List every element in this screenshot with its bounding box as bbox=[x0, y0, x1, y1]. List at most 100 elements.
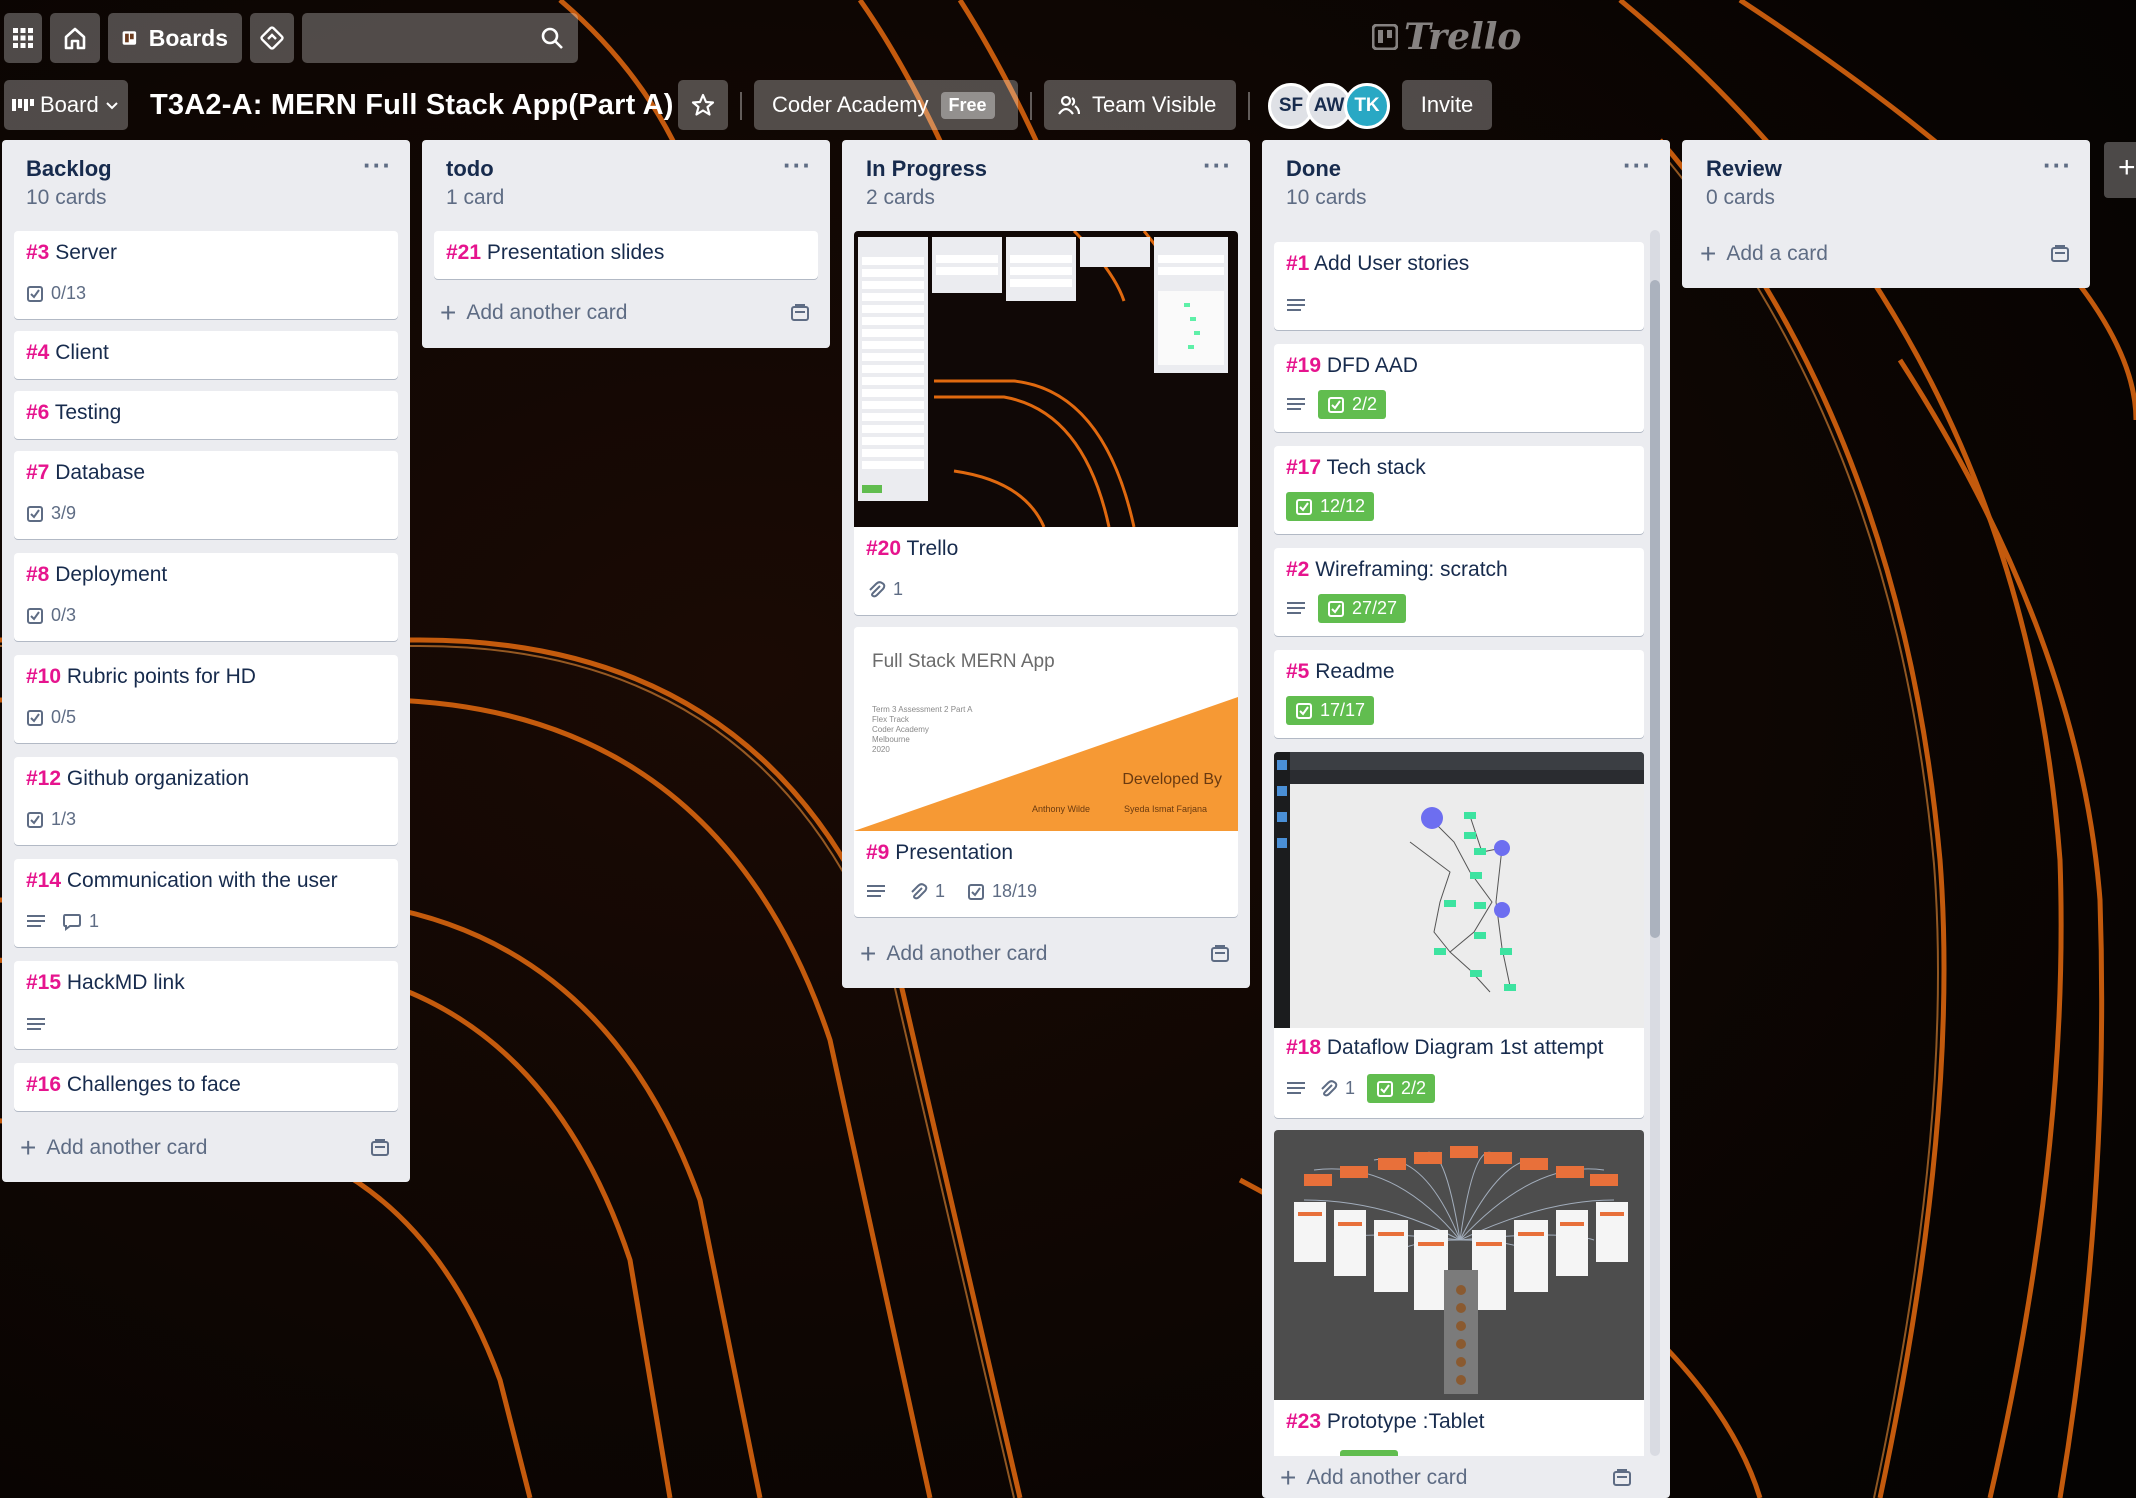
add-card-button[interactable]: + Add another card bbox=[1274, 1456, 1640, 1498]
list-title[interactable]: Review bbox=[1706, 156, 1782, 182]
card-badges: 0/13 bbox=[26, 283, 86, 304]
card-title: #3 Server bbox=[26, 241, 118, 264]
list-card-count: 1 card bbox=[446, 186, 505, 209]
card-cover-image bbox=[1274, 1130, 1644, 1400]
card-template-icon[interactable] bbox=[370, 1138, 390, 1158]
team-button[interactable]: Coder Academy Free bbox=[754, 80, 1018, 130]
card-wireframing[interactable]: #2 Wireframing: scratch 27/27 bbox=[1274, 548, 1644, 636]
home-button[interactable] bbox=[50, 13, 100, 63]
card-dataflow-diagram[interactable]: #18 Dataflow Diagram 1st attempt 1 2/2 bbox=[1274, 752, 1644, 1118]
home-icon bbox=[64, 27, 86, 50]
invite-button[interactable]: Invite bbox=[1402, 80, 1492, 130]
card-deployment[interactable]: #8 Deployment 0/3 bbox=[14, 553, 398, 641]
list-menu-icon[interactable]: ··· bbox=[783, 150, 812, 181]
card-title: #10 Rubric points for HD bbox=[26, 665, 256, 688]
card-badges: 1 18/19 bbox=[866, 881, 1037, 902]
card-title: #21 Presentation slides bbox=[446, 241, 665, 264]
list-menu-icon[interactable]: ··· bbox=[2043, 150, 2072, 181]
list-card-count: 2 cards bbox=[866, 186, 935, 209]
card-title: #15 HackMD link bbox=[26, 971, 185, 994]
card-presentation-slides[interactable]: #21 Presentation slides bbox=[434, 231, 818, 279]
search-box[interactable] bbox=[302, 13, 578, 63]
boards-label: Boards bbox=[148, 24, 228, 51]
checklist-icon bbox=[1328, 396, 1344, 413]
card-template-icon[interactable] bbox=[2050, 244, 2070, 264]
star-button[interactable] bbox=[678, 80, 728, 130]
card-github-organization[interactable]: #12 Github organization 1/3 bbox=[14, 757, 398, 845]
boards-button[interactable]: Boards bbox=[108, 13, 242, 63]
checklist-icon bbox=[27, 709, 43, 726]
list-menu-icon[interactable]: ··· bbox=[1203, 150, 1232, 181]
card-communication[interactable]: #14 Communication with the user 1 bbox=[14, 859, 398, 947]
trello-logo[interactable]: Trello bbox=[1372, 14, 1521, 60]
header-divider bbox=[740, 92, 742, 120]
card-template-icon[interactable] bbox=[1210, 944, 1230, 964]
list-menu-icon[interactable]: ··· bbox=[1623, 150, 1652, 181]
trello-logo-icon bbox=[1372, 24, 1398, 50]
card-template-icon[interactable] bbox=[1612, 1468, 1632, 1488]
card-server[interactable]: #3 Server 0/13 bbox=[14, 231, 398, 319]
feed-icon bbox=[260, 26, 284, 50]
board-menu-button[interactable]: Board bbox=[4, 80, 128, 130]
checklist-badge: 0/5 bbox=[26, 707, 76, 728]
card-prototype-tablet[interactable]: #23 Prototype :Tablet bbox=[1274, 1130, 1644, 1456]
list-menu-icon[interactable]: ··· bbox=[363, 150, 392, 181]
card-title: #18 Dataflow Diagram 1st attempt bbox=[1286, 1036, 1604, 1059]
card-badges: 1 2/2 bbox=[1286, 1074, 1436, 1103]
checklist-complete-badge: 17/17 bbox=[1286, 696, 1375, 725]
add-list-button[interactable]: + bbox=[2104, 142, 2136, 198]
add-card-button[interactable]: + Add another card bbox=[854, 932, 1238, 976]
description-icon bbox=[1287, 397, 1305, 410]
card-client[interactable]: #4 Client bbox=[14, 331, 398, 379]
card-badges: 17/17 bbox=[1286, 696, 1375, 725]
list-title[interactable]: todo bbox=[446, 156, 494, 182]
list-card-count: 0 cards bbox=[1706, 186, 1775, 209]
card-badges: 1 bbox=[26, 911, 99, 932]
board-title[interactable]: T3A2-A: MERN Full Stack App(Part A) bbox=[150, 80, 674, 130]
card-trello[interactable]: #20 Trello 1 bbox=[854, 231, 1238, 615]
search-icon[interactable] bbox=[540, 26, 564, 50]
card-title: #19 DFD AAD bbox=[1286, 354, 1418, 377]
card-testing[interactable]: #6 Testing bbox=[14, 391, 398, 439]
list-title[interactable]: In Progress bbox=[866, 156, 987, 182]
top-navigation-bar: Boards Trello bbox=[0, 0, 2136, 74]
boards-icon bbox=[122, 31, 137, 45]
description-icon bbox=[27, 914, 45, 927]
checklist-icon bbox=[1328, 600, 1344, 617]
card-presentation[interactable]: Full Stack MERN App Term 3 Assessment 2 … bbox=[854, 627, 1238, 917]
add-card-button[interactable]: + Add a card bbox=[1694, 232, 2078, 276]
card-rubric-points[interactable]: #10 Rubric points for HD 0/5 bbox=[14, 655, 398, 743]
checklist-icon bbox=[968, 883, 985, 900]
card-dfd-aad[interactable]: #19 DFD AAD 2/2 bbox=[1274, 344, 1644, 432]
board-views-icon bbox=[12, 99, 34, 111]
card-template-icon[interactable] bbox=[790, 303, 810, 323]
card-readme[interactable]: #5 Readme 17/17 bbox=[1274, 650, 1644, 738]
list-card-count: 10 cards bbox=[1286, 186, 1367, 209]
card-title: #16 Challenges to face bbox=[26, 1073, 241, 1096]
header-divider bbox=[1030, 92, 1032, 120]
visibility-button[interactable]: Team Visible bbox=[1044, 80, 1236, 130]
card-challenges[interactable]: #16 Challenges to face bbox=[14, 1063, 398, 1111]
board-header: Board T3A2-A: MERN Full Stack App(Part A… bbox=[0, 80, 2136, 130]
comment-icon bbox=[63, 913, 81, 931]
add-card-button[interactable]: + Add another card bbox=[14, 1126, 398, 1170]
apps-button[interactable] bbox=[4, 13, 42, 63]
card-hackmd-link[interactable]: #15 HackMD link bbox=[14, 961, 398, 1049]
card-cover-image bbox=[854, 231, 1238, 527]
checklist-icon bbox=[1377, 1080, 1394, 1097]
description-icon bbox=[867, 884, 885, 897]
list-title[interactable]: Done bbox=[1286, 156, 1341, 182]
feed-button[interactable] bbox=[250, 13, 294, 63]
member-avatar[interactable]: TK bbox=[1344, 83, 1390, 129]
card-tech-stack[interactable]: #17 Tech stack 12/12 bbox=[1274, 446, 1644, 534]
card-database[interactable]: #7 Database 3/9 bbox=[14, 451, 398, 539]
add-card-button[interactable]: + Add another card bbox=[434, 291, 818, 335]
card-add-user-stories[interactable]: #1 Add User stories bbox=[1274, 242, 1644, 330]
list-scrollbar-thumb[interactable] bbox=[1650, 280, 1660, 938]
apps-icon bbox=[13, 28, 33, 48]
checklist-icon bbox=[1296, 498, 1312, 515]
card-title: #5 Readme bbox=[1286, 660, 1395, 683]
search-input[interactable] bbox=[302, 13, 578, 63]
list-title[interactable]: Backlog bbox=[26, 156, 112, 182]
team-name: Coder Academy bbox=[772, 92, 929, 117]
